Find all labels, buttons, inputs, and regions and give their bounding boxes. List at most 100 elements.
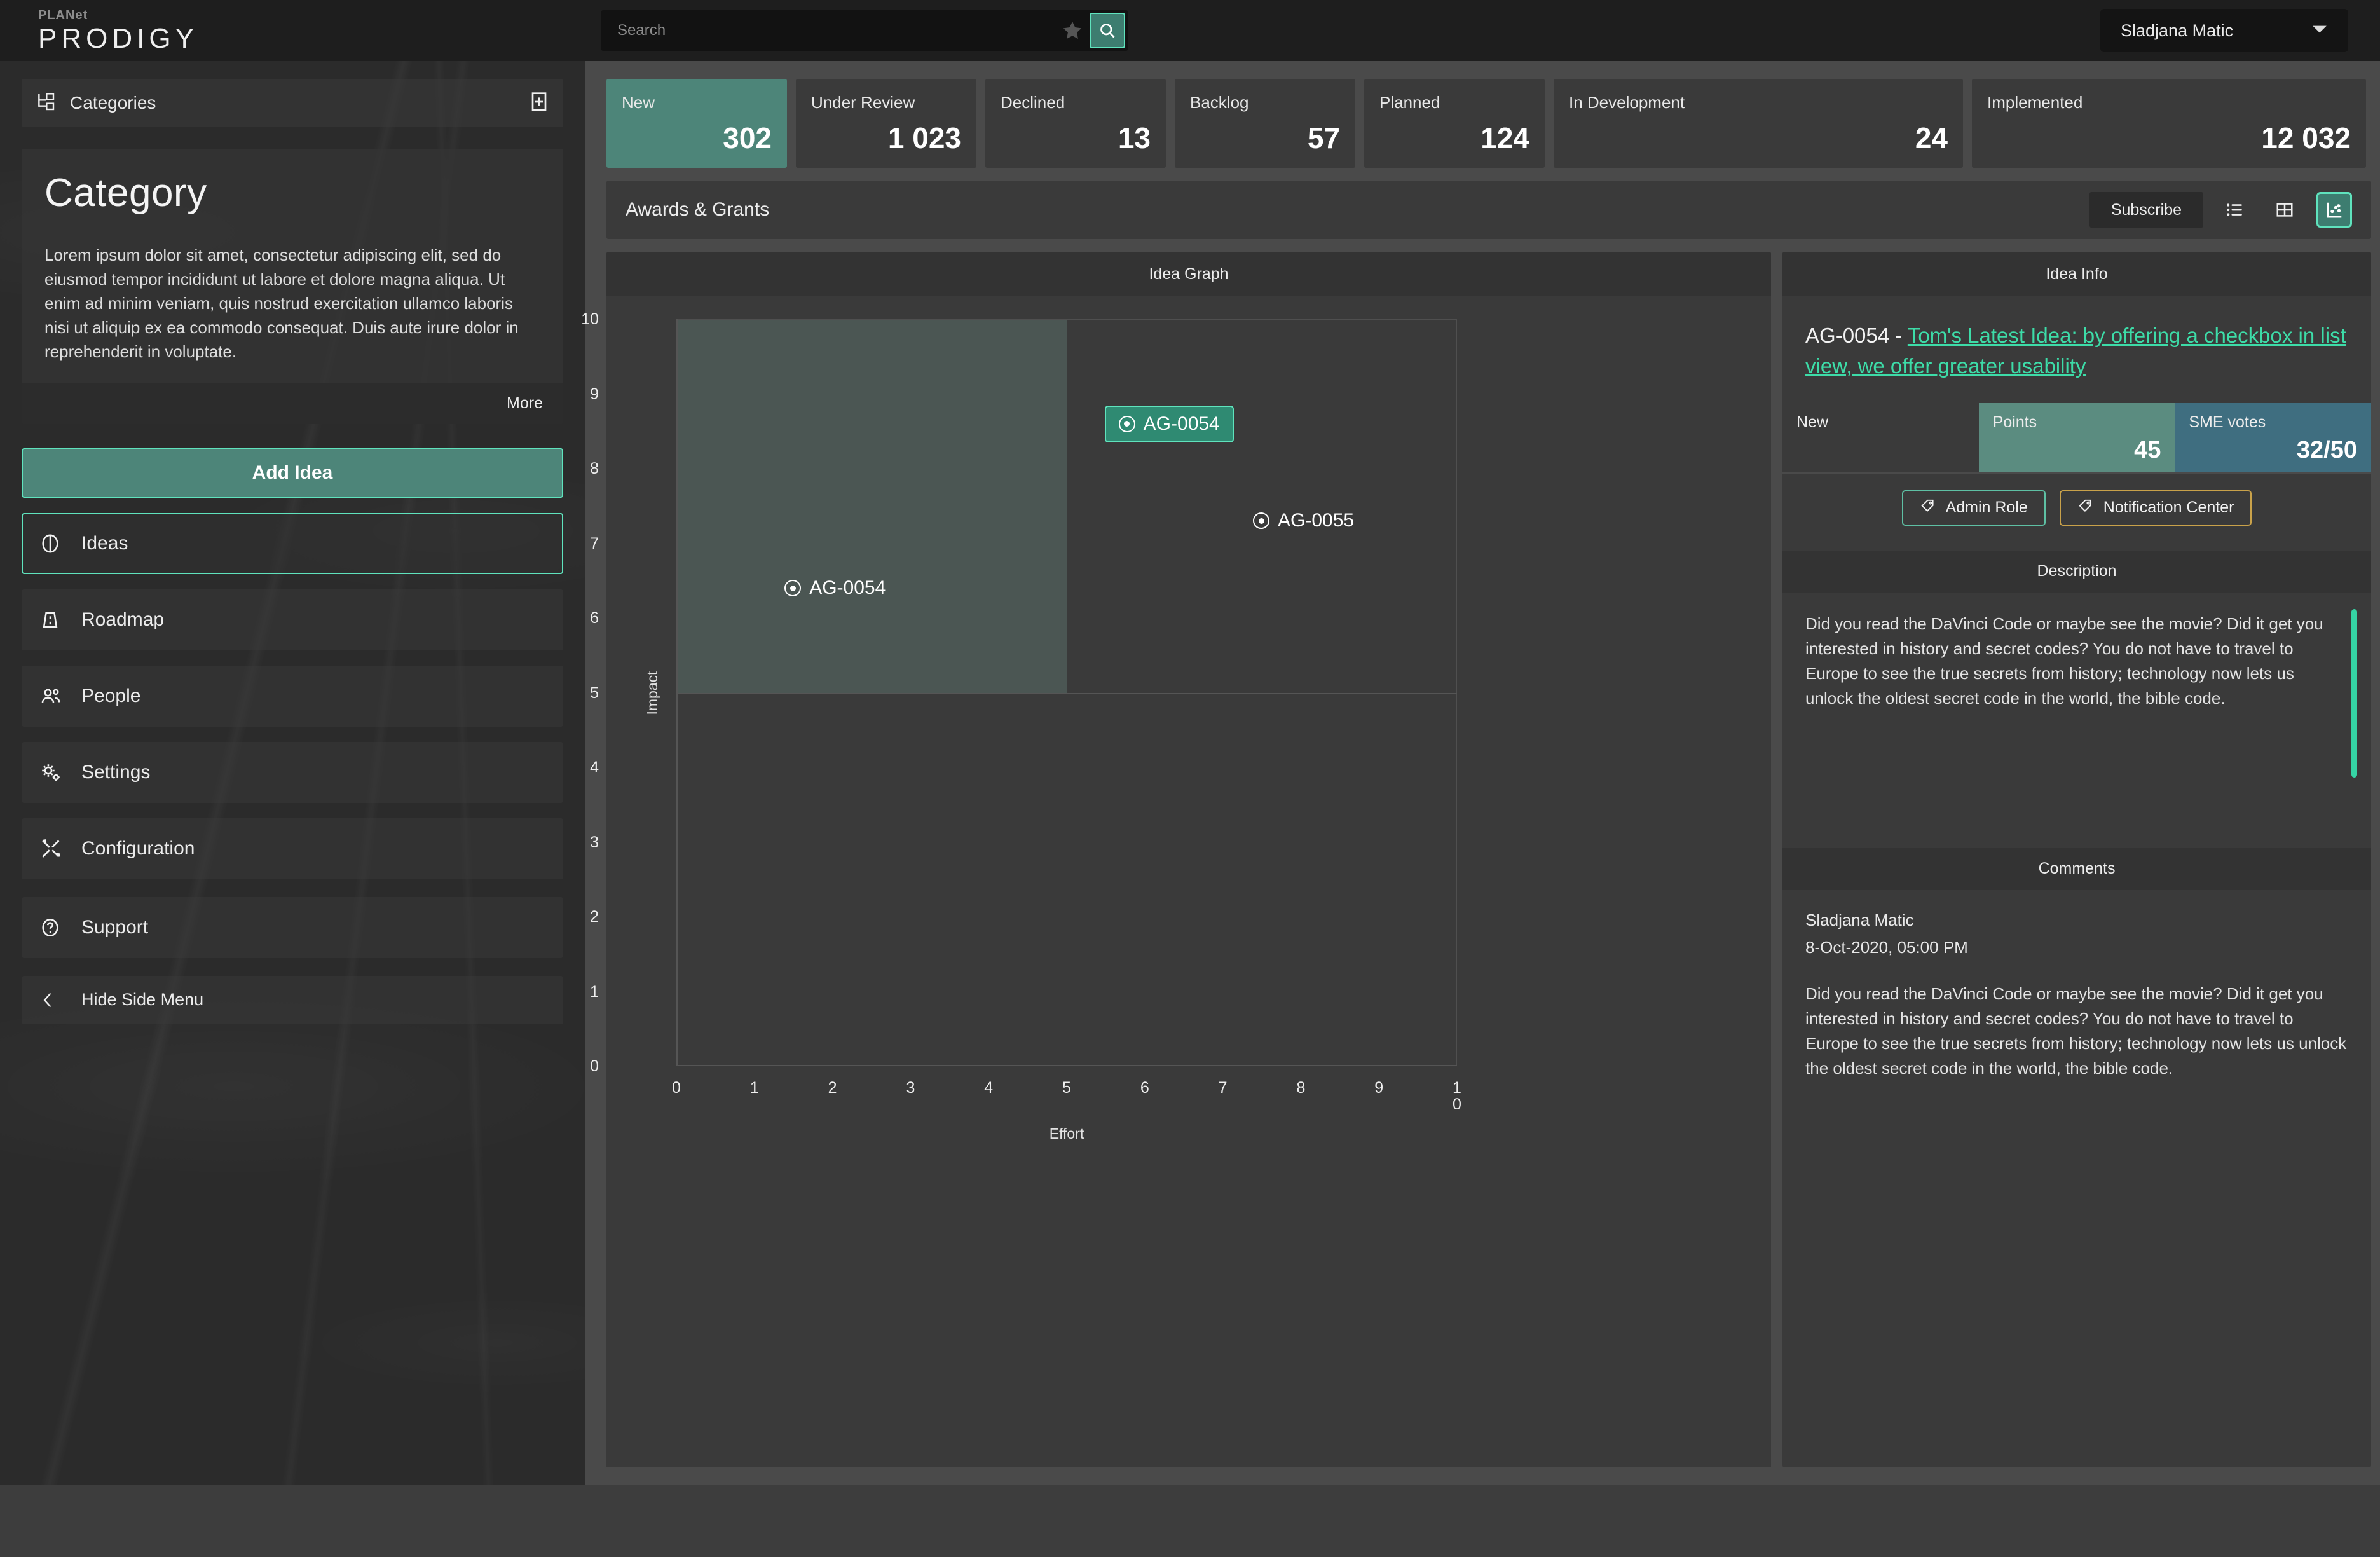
category-more-label: More [507,394,543,413]
search-input[interactable] [601,10,1055,51]
chevron-down-icon [2311,24,2328,38]
x-tick-label: 9 [1374,1079,1384,1097]
status-card-title: Under Review [811,93,915,112]
plus-box-icon[interactable] [529,92,549,115]
comments-title: Comments [2038,860,2116,878]
tag-icon [2077,498,2094,518]
grid-view-icon[interactable] [2267,192,2302,228]
category-title: Category [44,171,207,215]
scatter-plot[interactable]: Impact Effort 0 1 2 3 4 5 6 7 8 9 10 0 1 2 3 4 5 6 7 8 9 10 … [581,311,1461,1142]
status-card-count: 124 [1481,121,1529,154]
sidebar-item-roadmap[interactable]: Roadmap [22,589,563,650]
tag-admin-role[interactable]: Admin Role [1901,490,2046,526]
status-card-title: New [622,93,655,112]
tag-notification-center[interactable]: Notification Center [2059,490,2252,526]
gears-icon [39,761,75,784]
comments-section: Comments Sladjana Matic 8-Oct-2020, 05:0… [1782,847,2371,1094]
idea-headline: AG-0054 - Tom's Latest Idea: by offering… [1782,296,2371,403]
x-tick-label: 5 [1062,1079,1071,1097]
sidebar-item-label: Configuration [81,837,195,859]
people-icon [39,685,75,708]
logo-planet-text: PLANet [38,8,88,22]
list-view-icon[interactable] [2217,192,2253,228]
status-card-implemented[interactable]: Implemented 12 032 [1972,79,2366,168]
category-card: Category Lorem ipsum dolor sit amet, con… [22,149,563,424]
content-toolbar: Awards & Grants Subscribe [606,181,2371,239]
status-card-count: 12 032 [2261,121,2351,154]
data-point-label: AG-0054 [809,577,886,598]
description-text: Did you read the DaVinci Code or maybe s… [1805,614,2323,708]
sidebar-item-label: People [81,685,141,706]
data-point-selected[interactable]: AG-0054 [1104,405,1234,442]
search-button[interactable] [1090,13,1125,48]
comment-date: 8-Oct-2020, 05:00 PM [1805,937,1968,957]
status-card-count: 1 023 [887,121,961,154]
x-tick-label: 3 [906,1079,915,1097]
x-tick-label: 6 [1140,1079,1149,1097]
main-area: New 302 Under Review 1 023 Declined 13 B… [581,61,2380,1485]
categories-header[interactable]: Categories [22,79,563,127]
y-axis-label: Impact [644,670,661,715]
page-title: Awards & Grants [626,199,770,220]
metric-points: Points 45 [1978,402,2175,472]
tag-label: Notification Center [2103,498,2234,517]
sidebar-item-ideas[interactable]: Ideas [22,512,563,574]
star-icon[interactable] [1055,20,1090,41]
idea-info-panel: Idea Info AG-0054 - Tom's Latest Idea: b… [1782,252,2371,1467]
sidebar-item-people[interactable]: People [22,665,563,727]
x-tick-label: 8 [1296,1079,1306,1097]
status-card-backlog[interactable]: Backlog 57 [1175,79,1355,168]
data-point[interactable]: AG-0054 [784,577,886,599]
user-menu[interactable]: Sladjana Matic [2100,9,2348,52]
data-point-label: AG-0054 [1143,413,1220,434]
idea-info-body: AG-0054 - Tom's Latest Idea: by offering… [1782,296,2371,1467]
idea-graph-title: Idea Graph [1149,264,1229,283]
status-card-new[interactable]: New 302 [606,79,787,168]
sidebar-item-settings[interactable]: Settings [22,741,563,803]
x-tick-label: 10 [1453,1079,1461,1114]
status-card-title: Declined [1001,93,1065,112]
comment-author: Sladjana Matic [1805,910,1914,929]
description-header: Description [1782,550,2371,593]
data-point[interactable]: AG-0055 [1253,510,1354,532]
hide-side-menu-label: Hide Side Menu [81,990,204,1010]
category-description: Lorem ipsum dolor sit amet, consectetur … [44,245,519,361]
x-tick-label: 2 [828,1079,837,1097]
sidebar-item-label: Settings [81,761,151,783]
add-idea-button[interactable]: Add Idea [22,448,563,498]
hide-side-menu-button[interactable]: Hide Side Menu [22,975,563,1024]
idea-graph-header: Idea Graph [606,252,1772,296]
data-point-label: AG-0055 [1278,510,1355,532]
metric-sme-votes: SME votes 32/50 [2175,402,2371,472]
status-card-title: Planned [1379,93,1440,112]
metric-value: 45 [2134,436,2161,463]
idea-info-title: Idea Info [2046,264,2108,283]
scatter-chart-icon[interactable] [2316,192,2352,228]
idea-code: AG-0054 - [1805,324,1908,347]
x-tick-label: 0 [672,1079,681,1097]
description-scrollbar[interactable] [2351,608,2357,778]
idea-tags-row: Admin Role Notification Center [1782,471,2371,542]
categories-label: Categories [70,93,156,113]
sidebar-item-label: Roadmap [81,608,165,630]
sidebar-item-configuration[interactable]: Configuration [22,818,563,879]
data-point-marker-icon [1118,415,1135,432]
category-more-button[interactable]: More [22,383,563,424]
tag-icon [1920,498,1936,518]
data-point-marker-icon [1253,512,1269,530]
app-logo: PLANet PRODIGY [38,8,194,53]
status-card-planned[interactable]: Planned 124 [1364,79,1545,168]
status-card-in-development[interactable]: In Development 24 [1554,79,1963,168]
x-axis-label: Effort [1049,1125,1084,1142]
status-card-count: 302 [723,121,772,154]
description-body: Did you read the DaVinci Code or maybe s… [1782,593,2371,839]
status-card-title: Implemented [1987,93,2083,112]
sidebar-item-support[interactable]: Support [22,896,563,958]
status-card-under-review[interactable]: Under Review 1 023 [796,79,976,168]
question-circle-icon [39,917,75,938]
status-card-declined[interactable]: Declined 13 [985,79,1166,168]
tag-label: Admin Role [1945,498,2028,517]
subscribe-button[interactable]: Subscribe [2089,192,2203,228]
sitemap-icon [36,92,56,115]
status-card-count: 24 [1915,121,1948,154]
